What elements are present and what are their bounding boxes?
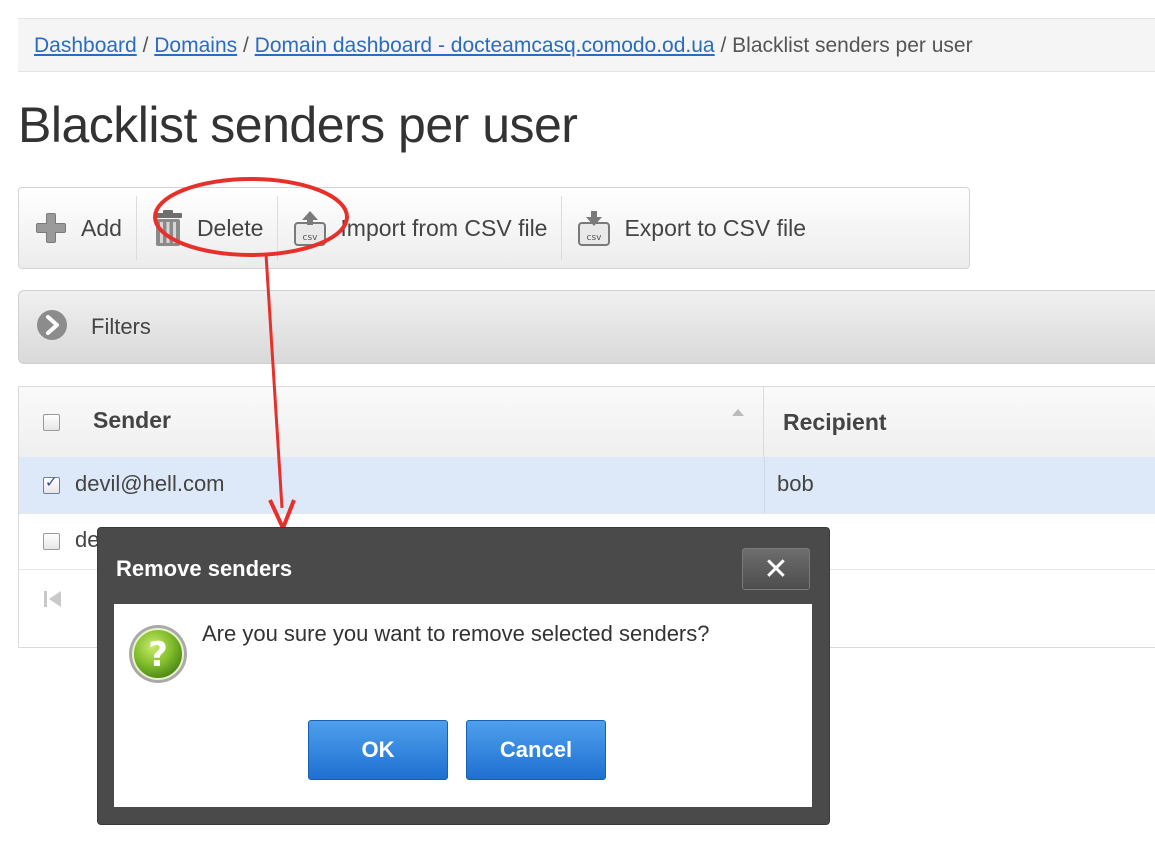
- breadcrumb-link-domains[interactable]: Domains: [154, 34, 237, 57]
- filters-label: Filters: [91, 314, 151, 339]
- filters-bar[interactable]: Filters: [18, 290, 1155, 364]
- cell-sender: devil@hell.com: [75, 471, 225, 496]
- toolbar: Add Delete csv Import from CSV file csv …: [18, 187, 970, 269]
- column-header-recipient[interactable]: Recipient: [783, 409, 887, 436]
- dialog-close-button[interactable]: ✕: [742, 548, 810, 590]
- delete-button[interactable]: Delete: [137, 196, 279, 260]
- dialog-body: ? Are you sure you want to remove select…: [114, 604, 812, 807]
- checkmark-icon: ✓: [45, 474, 58, 491]
- column-divider: [764, 457, 765, 513]
- select-all-checkbox[interactable]: [43, 414, 60, 431]
- add-button-label: Add: [81, 214, 122, 241]
- chevron-right-icon: [35, 308, 69, 347]
- breadcrumb: Dashboard / Domains / Domain dashboard -…: [18, 18, 1155, 72]
- breadcrumb-separator: /: [720, 34, 727, 57]
- cancel-button[interactable]: Cancel: [466, 720, 606, 780]
- table-row[interactable]: ✓ devil@hell.com bob: [19, 457, 1155, 514]
- import-csv-button[interactable]: csv Import from CSV file: [278, 196, 563, 260]
- row-checkbox[interactable]: [43, 533, 60, 550]
- export-csv-label: Export to CSV file: [624, 214, 806, 241]
- import-csv-label: Import from CSV file: [340, 214, 548, 241]
- row-checkbox[interactable]: ✓: [43, 474, 60, 494]
- breadcrumb-link-dashboard[interactable]: Dashboard: [34, 34, 137, 57]
- column-header-sender[interactable]: Sender: [19, 387, 764, 457]
- remove-senders-dialog: Remove senders ✕ ? Are you sure you want…: [98, 528, 829, 824]
- csv-upload-icon: csv: [292, 209, 328, 247]
- csv-badge: csv: [587, 233, 603, 243]
- breadcrumb-current: Blacklist senders per user: [732, 34, 973, 57]
- delete-button-label: Delete: [196, 214, 264, 241]
- close-icon: ✕: [763, 552, 789, 586]
- dialog-message: Are you sure you want to remove selected…: [202, 621, 710, 646]
- column-sender-label: Sender: [93, 407, 171, 433]
- breadcrumb-separator: /: [242, 34, 249, 57]
- breadcrumb-link-domain-dashboard[interactable]: Domain dashboard - docteamcasq.comodo.od…: [255, 34, 715, 57]
- dialog-title: Remove senders: [116, 556, 293, 581]
- csv-badge: csv: [303, 233, 319, 243]
- plus-icon: [33, 210, 69, 246]
- csv-download-icon: csv: [576, 209, 612, 247]
- export-csv-button[interactable]: csv Export to CSV file: [562, 196, 820, 260]
- ok-button[interactable]: OK: [308, 720, 448, 780]
- add-button[interactable]: Add: [19, 196, 137, 260]
- question-glyph: ?: [148, 635, 168, 675]
- first-page-icon[interactable]: [41, 587, 65, 616]
- breadcrumb-separator: /: [142, 34, 149, 57]
- sort-ascending-icon: [732, 409, 744, 416]
- trash-icon: [151, 209, 185, 247]
- cell-sender: de: [75, 527, 100, 552]
- page-title: Blacklist senders per user: [18, 97, 578, 153]
- table-header: Sender Recipient: [19, 387, 1155, 458]
- question-icon: ?: [126, 622, 190, 691]
- cell-recipient: bob: [777, 471, 814, 496]
